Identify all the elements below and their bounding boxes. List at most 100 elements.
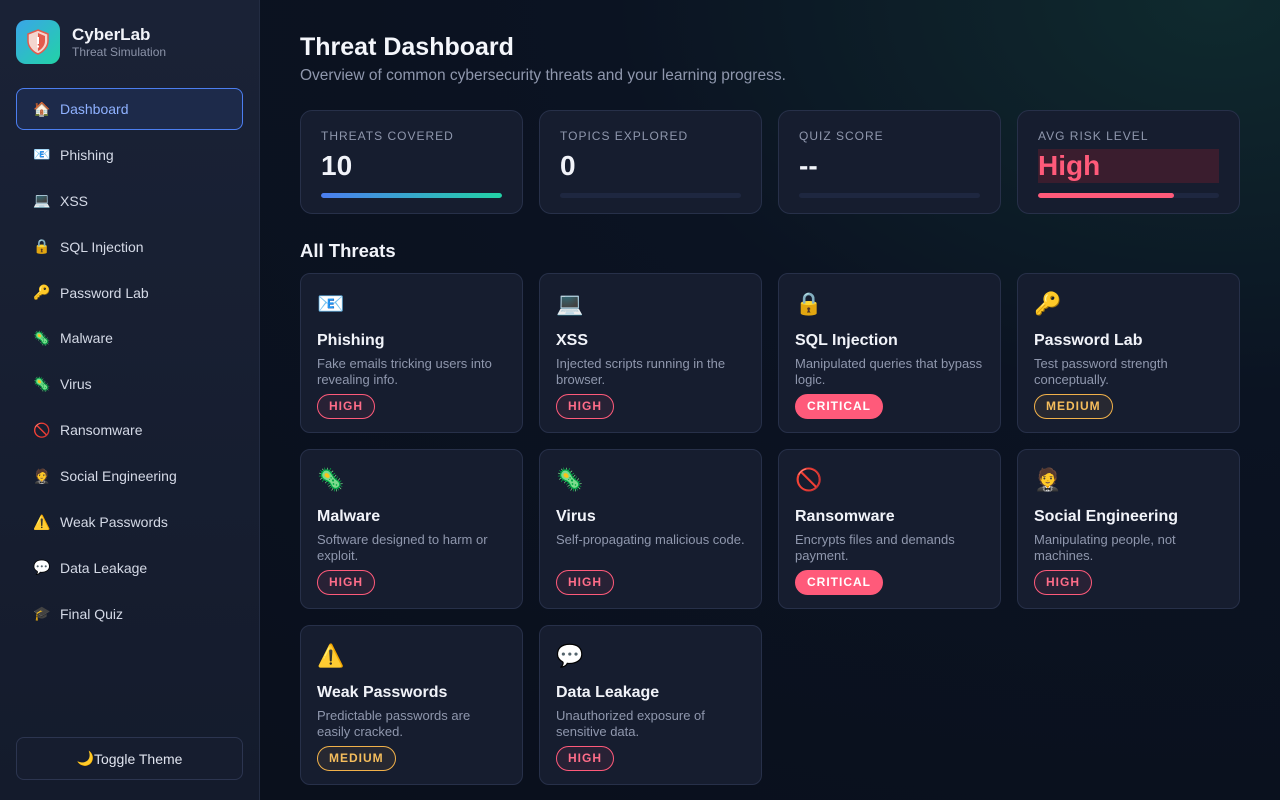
threat-card[interactable]: 🔒 SQL Injection Manipulated queries that b… [778,273,1001,433]
envelope-icon: 📧 [33,146,51,163]
risk-badge: MEDIUM [317,746,396,771]
sidebar-item-label: Password Lab [60,284,149,301]
threat-card[interactable]: 🚫 Ransomware Encrypts files and demands pa… [778,449,1001,609]
risk-badge: HIGH [556,394,614,419]
shield-logo-icon [16,20,60,64]
warning-icon: ⚠️ [317,643,345,668]
stat-value: 10 [321,150,353,181]
risk-badge: HIGH [556,746,614,771]
key-icon: 🔑 [1034,291,1062,316]
microbe-icon: 🦠 [556,467,584,492]
page-subtitle: Overview of common cybersecurity threats… [300,67,786,84]
no-entry-icon: 🚫 [33,421,51,438]
progress-bar [1038,193,1219,198]
sidebar-item-weak-passwords[interactable]: ⚠️ Weak Passwords [16,501,243,543]
person-icon: 🤵 [1034,467,1062,492]
sidebar: CyberLab Threat Simulation 🏠 Dashboard 📧… [0,0,260,800]
sidebar-item-label: Ransomware [60,422,143,439]
risk-badge: MEDIUM [1034,394,1113,419]
toggle-theme-label: Toggle Theme [93,750,183,767]
threat-card[interactable]: ⚠️ Weak Passwords Predictable passwords ar… [300,625,523,785]
sidebar-item-final-quiz[interactable]: 🎓 Final Quiz [16,593,243,635]
threat-card[interactable]: 🦠 Malware Software designed to harm or exp… [300,449,523,609]
risk-badge: HIGH [556,570,614,595]
threat-title: Password Lab [1034,332,1143,349]
threat-card[interactable]: 🔑 Password Lab Test password strength conc… [1017,273,1240,433]
threat-title: Data Leakage [556,684,660,701]
microbe-icon: 🦠 [33,329,51,346]
progress-bar [560,193,741,198]
threat-title: SQL Injection [795,332,898,349]
sidebar-item-xss[interactable]: 💻 XSS [16,180,243,222]
sidebar-item-label: Virus [60,376,92,393]
sidebar-item-malware[interactable]: 🦠 Malware [16,317,243,359]
sidebar-item-phishing[interactable]: 📧 Phishing [16,134,243,176]
threat-card[interactable]: 🦠 Virus Self-propagating malicious code. HI… [539,449,762,609]
stat-card-quiz-score: QUIZ SCORE -- [778,110,1001,214]
stat-label: TOPICS EXPLORED [560,129,689,143]
stat-card-threats-covered: THREATS COVERED 10 [300,110,523,214]
sidebar-item-label: XSS [60,192,89,209]
laptop-icon: 💻 [556,291,584,316]
progress-fill [1038,193,1174,198]
microbe-icon: 🦠 [317,467,345,492]
stat-label: THREATS COVERED [321,129,454,143]
section-title: All Threats [300,240,396,261]
stat-value: -- [799,150,818,181]
key-icon: 🔑 [33,284,51,301]
microbe-icon: 🦠 [33,375,51,392]
risk-badge: HIGH [317,394,375,419]
risk-badge: CRITICAL [795,570,883,595]
risk-badge: HIGH [317,570,375,595]
progress-fill [321,193,502,198]
threat-description: Encrypts files and demands payment. [795,532,955,563]
laptop-icon: 💻 [33,192,51,209]
sidebar-item-label: Weak Passwords [60,514,168,531]
no-entry-icon: 🚫 [795,467,823,492]
speech-bubble-icon: 💬 [33,559,51,576]
threat-title: XSS [556,332,589,349]
sidebar-item-data-leakage[interactable]: 💬 Data Leakage [16,547,243,589]
threat-card[interactable]: 💻 XSS Injected scripts running in the brow… [539,273,762,433]
sidebar-item-dashboard[interactable]: 🏠 Dashboard [16,88,243,130]
progress-bar [321,193,502,198]
sidebar-item-label: SQL Injection [60,238,144,255]
sidebar-item-sql-injection[interactable]: 🔒 SQL Injection [16,226,243,268]
page-title: Threat Dashboard [300,33,514,61]
brand-subtitle: Threat Simulation [72,45,167,59]
threat-description: Manipulating people, not machines. [1034,532,1176,563]
sidebar-item-password-lab[interactable]: 🔑 Password Lab [16,272,243,314]
stat-value: 0 [560,150,576,181]
threat-card[interactable]: 💬 Data Leakage Unauthorized exposure of se… [539,625,762,785]
threat-card[interactable]: 📧 Phishing Fake emails tricking users into… [300,273,523,433]
lock-icon: 🔒 [795,291,823,316]
brand-name: CyberLab [72,25,151,44]
sidebar-item-label: Social Engineering [60,468,177,485]
lock-icon: 🔒 [33,238,51,255]
risk-badge: HIGH [1034,570,1092,595]
speech-bubble-icon: 💬 [556,643,584,668]
sidebar-nav: 🏠 Dashboard 📧 Phishing 💻 XSS 🔒 SQL Injec… [16,88,243,639]
sidebar-item-label: Malware [60,330,113,347]
house-icon: 🏠 [33,100,51,117]
progress-bar [799,193,980,198]
sidebar-item-label: Data Leakage [60,559,148,576]
brand: CyberLab Threat Simulation [16,20,166,64]
sidebar-item-label: Final Quiz [60,605,124,622]
threat-title: Ransomware [795,508,895,525]
sidebar-item-social-engineering[interactable]: 🤵 Social Engineering [16,455,243,497]
moon-icon: 🌙 [76,750,94,766]
threat-title: Malware [317,508,381,525]
threat-card[interactable]: 🤵 Social Engineering Manipulating people, … [1017,449,1240,609]
toggle-theme-button[interactable]: 🌙 Toggle Theme [16,737,243,780]
threat-description: Software designed to harm or exploit. [317,532,488,563]
stat-label: AVG RISK LEVEL [1038,129,1149,143]
risk-badge: CRITICAL [795,394,883,419]
threat-description: Manipulated queries that bypass logic. [795,356,983,387]
sidebar-item-virus[interactable]: 🦠 Virus [16,363,243,405]
threat-description: Injected scripts running in the browser. [556,356,726,387]
threat-title: Phishing [317,332,385,349]
sidebar-item-label: Dashboard [60,101,129,117]
sidebar-item-ransomware[interactable]: 🚫 Ransomware [16,409,243,451]
stat-card-avg-risk-level: AVG RISK LEVEL High [1017,110,1240,214]
